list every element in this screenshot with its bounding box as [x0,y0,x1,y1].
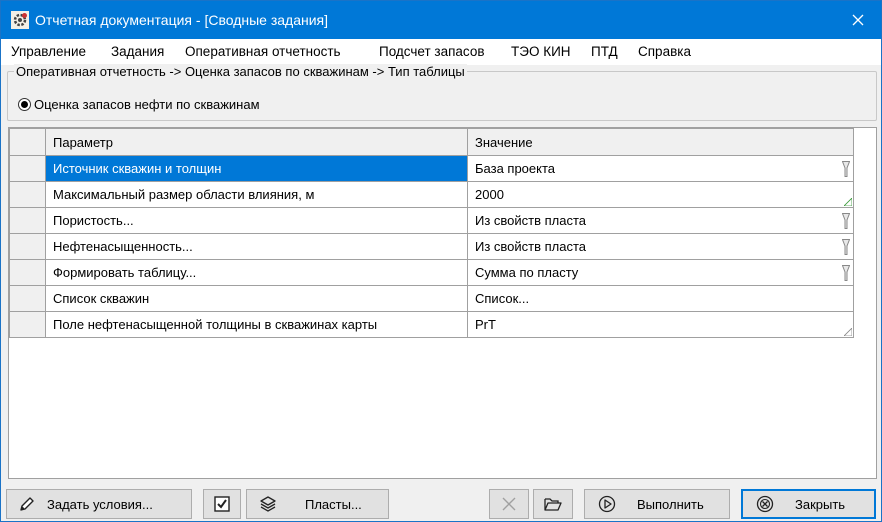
group-legend: Оперативная отчетность -> Оценка запасов… [14,64,467,79]
checkbox-checked-icon [214,496,230,512]
value-edit[interactable]: PrT [467,311,854,338]
menu-zadaniya[interactable]: Задания [111,44,164,59]
row-header[interactable] [9,311,46,338]
layers-icon [247,495,289,513]
value-text: Сумма по пласту [475,265,579,280]
grid-table: Параметр Значение Источник скважин и тол… [9,128,854,338]
dropdown-arrow-icon[interactable] [842,239,850,255]
dropdown-arrow-icon[interactable] [842,265,850,281]
param-cell[interactable]: Пористость... [45,207,468,234]
window-title: Отчетная документация - [Сводные задания… [35,12,329,28]
param-cell[interactable]: Максимальный размер области влияния, м [45,181,468,208]
layers-button[interactable]: Пласты... [246,489,389,519]
value-list-button[interactable]: Список... [467,285,854,312]
table-row[interactable]: Максимальный размер области влияния, м 2… [9,181,854,208]
table-row[interactable]: Список скважин Список... [9,285,854,312]
row-header[interactable] [9,259,46,286]
value-dropdown[interactable]: Сумма по пласту [467,259,854,286]
title-bar: Отчетная документация - [Сводные задания… [1,1,881,39]
column-header-param: Параметр [45,128,468,156]
radio-button[interactable] [18,98,31,111]
delete-x-icon [502,497,516,511]
radio-label: Оценка запасов нефти по скважинам [34,97,260,112]
dropdown-arrow-icon[interactable] [842,161,850,177]
run-label: Выполнить [637,496,704,512]
param-cell[interactable]: Нефтенасыщенность... [45,233,468,260]
row-header[interactable] [9,285,46,312]
menu-podschet-zapasov[interactable]: Подсчет запасов [379,44,485,59]
edit-corner-icon [844,328,852,336]
pencil-icon [7,495,47,513]
table-row[interactable]: Формировать таблицу... Сумма по пласту [9,259,854,286]
value-text: PrT [475,317,496,332]
value-text: Из свойств пласта [475,239,587,254]
menu-operativnaya-otchetnost[interactable]: Оперативная отчетность [185,44,341,59]
column-header-value: Значение [467,128,854,156]
row-header[interactable] [9,207,46,234]
param-cell[interactable]: Источник скважин и толщин [45,155,468,182]
property-grid: Параметр Значение Источник скважин и тол… [8,127,877,479]
corner-cell [9,128,46,156]
table-row[interactable]: Источник скважин и толщин База проекта [9,155,854,182]
run-play-icon [585,495,629,513]
value-dropdown[interactable]: Из свойств пласта [467,207,854,234]
close-label: Закрыть [795,496,846,512]
app-window: Отчетная документация - [Сводные задания… [0,0,882,522]
menu-ptd[interactable]: ПТД [591,44,618,59]
value-text: 2000 [475,187,504,202]
app-gear-icon [11,11,29,29]
open-folder-button[interactable] [533,489,573,519]
value-text: База проекта [475,161,556,176]
param-cell[interactable]: Формировать таблицу... [45,259,468,286]
grid-header-row: Параметр Значение [9,128,854,156]
menu-upravlenie[interactable]: Управление [11,44,86,59]
row-header[interactable] [9,155,46,182]
window-close-button[interactable] [835,1,881,39]
close-circle-icon [743,495,787,513]
close-icon [852,14,864,26]
value-text: Из свойств пласта [475,213,587,228]
param-cell[interactable]: Поле нефтенасыщенной толщины в скважинах… [45,311,468,338]
folder-open-icon [544,498,562,511]
table-row[interactable]: Поле нефтенасыщенной толщины в скважинах… [9,311,854,338]
table-row[interactable]: Пористость... Из свойств пласта [9,207,854,234]
value-dropdown[interactable]: Из свойств пласта [467,233,854,260]
table-type-group: Оперативная отчетность -> Оценка запасов… [7,64,877,121]
param-cell[interactable]: Список скважин [45,285,468,312]
table-row[interactable]: Нефтенасыщенность... Из свойств пласта [9,233,854,260]
set-conditions-label: Задать условия... [47,496,153,512]
layers-label: Пласты... [305,496,362,512]
menu-spravka[interactable]: Справка [638,44,691,59]
set-conditions-button[interactable]: Задать условия... [6,489,192,519]
run-button[interactable]: Выполнить [584,489,730,519]
value-dropdown[interactable]: База проекта [467,155,854,182]
dropdown-arrow-icon[interactable] [842,213,850,229]
radio-oil-reserves[interactable]: Оценка запасов нефти по скважинам [18,97,260,112]
bottom-toolbar: Задать условия... Пласты... Выполнить За… [1,485,881,521]
row-header[interactable] [9,233,46,260]
close-button[interactable]: Закрыть [741,489,876,519]
value-edit[interactable]: 2000 [467,181,854,208]
checkbox-button[interactable] [203,489,241,519]
delete-button[interactable] [489,489,529,519]
menu-bar: Управление Задания Оперативная отчетност… [1,39,881,65]
value-text: Список... [475,291,530,306]
row-header[interactable] [9,181,46,208]
edit-corner-icon [844,198,852,206]
menu-teo-kin[interactable]: ТЭО КИН [511,44,571,59]
